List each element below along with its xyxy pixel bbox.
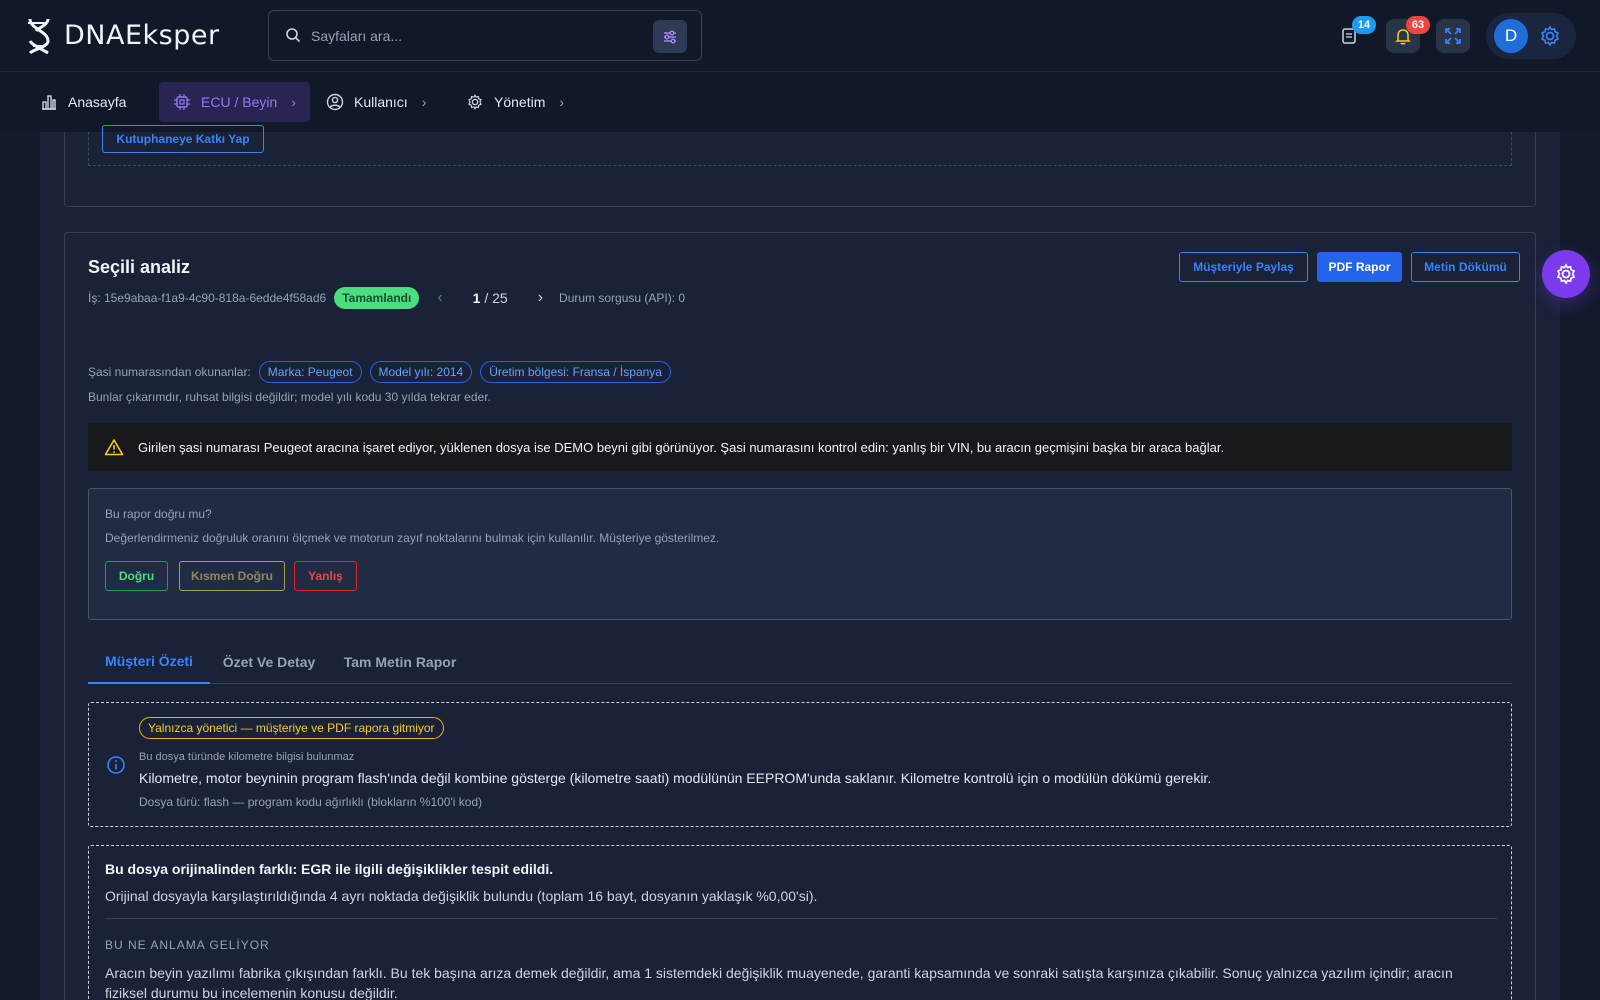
feedback-correct-button[interactable]: Doğru xyxy=(105,561,168,591)
floating-settings-button[interactable] xyxy=(1542,250,1590,298)
search-icon xyxy=(286,28,301,43)
notifications-button[interactable]: 63 xyxy=(1386,16,1430,53)
expand-icon xyxy=(1445,28,1461,44)
page-indicator: 1 / 25 xyxy=(473,290,508,306)
feedback-wrong-button[interactable]: Yanlış xyxy=(294,561,357,591)
page-total: / 25 xyxy=(484,290,508,306)
vin-chip-model-year: Model yılı: 2014 xyxy=(369,361,473,383)
search-box xyxy=(268,10,702,61)
vin-row: Şasi numarasından okunanlar: Marka: Peug… xyxy=(88,360,671,384)
main-nav: Anasayfa ECU / Beyin › Kullanıcı › Yönet… xyxy=(0,72,1600,132)
job-id: İş: 15e9abaa-f1a9-4c90-818a-6edde4f58ad6 xyxy=(88,291,327,305)
profile-menu[interactable]: D xyxy=(1486,13,1576,59)
library-dashed-box xyxy=(88,132,1512,166)
info-main-text: Kilometre, motor beyninin program flash'… xyxy=(139,770,1212,786)
vin-note: Bunlar çıkarımdır, ruhsat bilgisi değild… xyxy=(88,390,491,404)
fullscreen-button[interactable] xyxy=(1436,19,1470,53)
chart-bar-icon xyxy=(42,95,56,110)
divider xyxy=(105,918,1497,919)
search-input[interactable] xyxy=(311,19,631,53)
messages-count-badge: 14 xyxy=(1352,16,1376,34)
brand-logo[interactable]: DNAEksper xyxy=(24,12,220,58)
text-dump-button[interactable]: Metin Dökümü xyxy=(1411,252,1520,282)
feedback-title: Bu rapor doğru mu? xyxy=(105,507,212,521)
diff-summary-box: Bu dosya orijinalinden farklı: EGR ile i… xyxy=(88,845,1512,1000)
search-filter-button[interactable] xyxy=(653,20,687,53)
admin-only-badge: Yalnızca yönetici — müşteriye ve PDF rap… xyxy=(139,717,444,739)
nav-label: Yönetim xyxy=(494,94,546,110)
chevron-right-icon: › xyxy=(421,94,427,110)
brand-name: DNAEksper xyxy=(64,19,220,51)
meaning-body: Aracın beyin yazılımı fabrika çıkışından… xyxy=(105,965,1453,1000)
feedback-description: Değerlendirmeniz doğruluk oranını ölçmek… xyxy=(105,531,720,545)
user-circle-icon xyxy=(326,93,344,111)
info-circle-icon xyxy=(107,756,125,774)
dna-logo-icon xyxy=(28,18,50,55)
diff-subtitle: Orijinal dosyayla karşılaştırıldığında 4… xyxy=(105,888,818,904)
vin-label: Şasi numarasından okunanlar: xyxy=(88,365,251,379)
warning-text: Girilen şasi numarası Peugeot aracına iş… xyxy=(138,439,1225,455)
feedback-panel: Bu rapor doğru mu? Değerlendirmeniz doğr… xyxy=(88,488,1512,620)
page-current: 1 xyxy=(472,290,481,306)
chevron-right-icon: › xyxy=(559,94,565,110)
page-title: Seçili analiz xyxy=(88,257,191,277)
share-with-customer-button[interactable]: Müşteriyle Paylaş xyxy=(1179,252,1308,282)
report-tabs: Müşteri Özeti Özet Ve Detay Tam Metin Ra… xyxy=(88,640,1512,684)
top-bar: DNAEksper 14 xyxy=(0,0,1600,72)
vin-chip-brand: Marka: Peugeot xyxy=(258,361,362,383)
vin-chip-region: Üretim bölgesi: Fransa / İspanya xyxy=(480,361,671,383)
nav-item-ecu-beyin[interactable]: ECU / Beyin › xyxy=(159,82,310,122)
chevron-right-icon: › xyxy=(291,94,296,110)
pdf-report-button[interactable]: PDF Rapor xyxy=(1317,252,1402,282)
status-badge: Tamamlandı xyxy=(334,287,420,309)
vin-mismatch-warning: Girilen şasi numarası Peugeot aracına iş… xyxy=(88,423,1512,471)
meaning-heading: BU NE ANLAMA GELİYOR xyxy=(105,938,270,952)
file-type-text: Dosya türü: flash — program kodu ağırlık… xyxy=(139,795,483,809)
nav-label: Anasayfa xyxy=(68,94,127,110)
job-info-row: İş: 15e9abaa-f1a9-4c90-818a-6edde4f58ad6… xyxy=(88,286,685,310)
gear-icon xyxy=(468,94,482,110)
gear-icon xyxy=(1556,263,1576,285)
nav-item-yonetim[interactable]: Yönetim › xyxy=(452,82,578,122)
avatar[interactable]: D xyxy=(1494,19,1528,53)
nav-item-anasayfa[interactable]: Anasayfa xyxy=(26,82,140,122)
nav-item-kullanici[interactable]: Kullanıcı › xyxy=(312,82,440,122)
notifications-count-badge: 63 xyxy=(1406,16,1430,34)
mileage-info-box: Yalnızca yönetici — müşteriye ve PDF rap… xyxy=(88,702,1512,827)
sliders-icon xyxy=(664,30,676,43)
contribute-library-button[interactable]: Kutuphaneye Katkı Yap xyxy=(102,125,264,153)
diff-title: Bu dosya orijinalinden farklı: EGR ile i… xyxy=(105,861,554,877)
messages-button[interactable]: 14 xyxy=(1332,16,1376,53)
info-subtitle: Bu dosya türünde kilometre bilgisi bulun… xyxy=(139,751,355,763)
settings-gear-icon[interactable] xyxy=(1538,24,1562,48)
tab-musteri-ozeti[interactable]: Müşteri Özeti xyxy=(88,640,210,684)
pager: ‹ 1 / 25 › xyxy=(437,289,543,307)
nav-label: ECU / Beyin xyxy=(201,94,278,110)
chevron-right-icon[interactable]: › xyxy=(538,289,543,307)
warning-triangle-icon xyxy=(104,439,124,456)
feedback-partial-button[interactable]: Kısmen Doğru xyxy=(179,561,285,591)
tab-tam-metin-rapor[interactable]: Tam Metin Rapor xyxy=(332,640,468,684)
chip-icon xyxy=(174,94,190,110)
chevron-left-icon[interactable]: ‹ xyxy=(437,289,442,307)
nav-label: Kullanıcı xyxy=(354,94,408,110)
tab-ozet-ve-detay[interactable]: Özet Ve Detay xyxy=(216,640,322,684)
api-status: Durum sorgusu (API): 0 xyxy=(559,291,686,305)
